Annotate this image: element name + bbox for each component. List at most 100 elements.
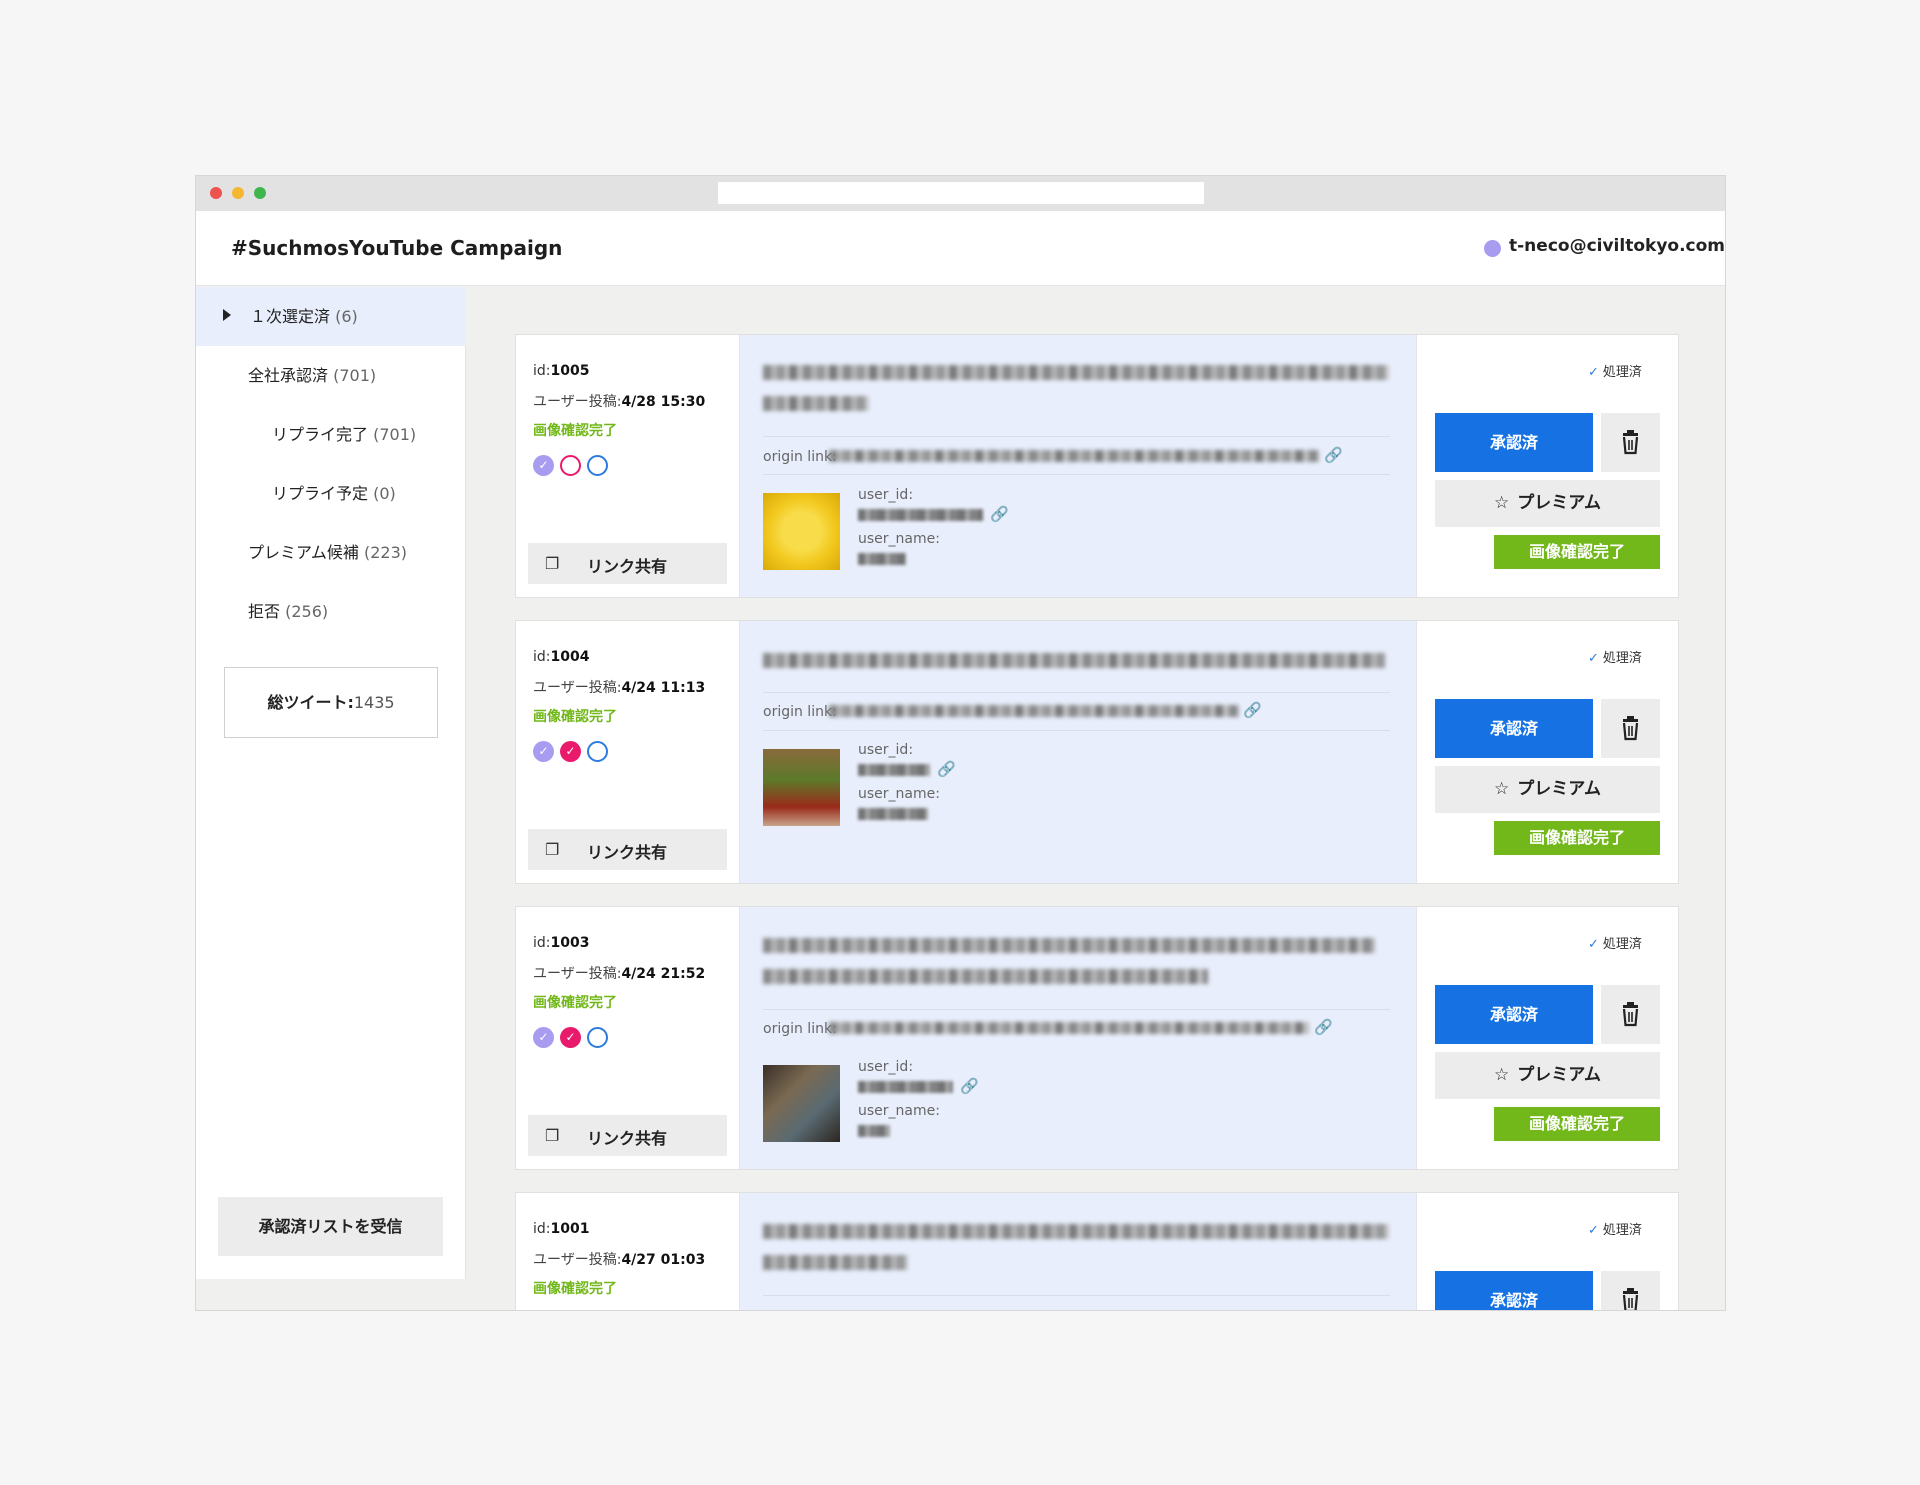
- window-minimize-button[interactable]: [232, 187, 244, 199]
- user-id-label: user_id:: [858, 487, 914, 503]
- user-image-thumbnail[interactable]: [763, 1065, 840, 1142]
- sidebar-item-count: (256): [285, 602, 329, 621]
- premium-button[interactable]: ☆ プレミアム: [1435, 766, 1660, 813]
- share-link-button[interactable]: ❐ リンク共有: [528, 829, 727, 870]
- processed-status: ✓ 処理済: [1588, 651, 1642, 666]
- browser-window: #SuchmosYouTube Campaign t-neco@civiltok…: [195, 175, 1726, 1311]
- receive-approved-list-button[interactable]: 承認済リストを受信: [218, 1197, 443, 1256]
- link-icon[interactable]: 🔗: [1324, 446, 1343, 464]
- address-bar[interactable]: [718, 182, 1204, 204]
- divider: [763, 474, 1390, 475]
- status-circle-pink-checked[interactable]: ✓: [560, 741, 581, 762]
- status-circle-blue-empty[interactable]: [587, 455, 608, 476]
- approved-button[interactable]: 承認済: [1435, 699, 1593, 758]
- link-icon[interactable]: 🔗: [960, 1077, 979, 1095]
- link-icon[interactable]: 🔗: [937, 760, 956, 778]
- divider: [763, 692, 1390, 693]
- processed-status: ✓ 処理済: [1588, 937, 1642, 952]
- sidebar-item-reply-scheduled[interactable]: リプライ予定 (0): [196, 464, 466, 523]
- tweet-text-redacted: [763, 365, 1389, 380]
- sidebar-item-premium-candidates[interactable]: プレミアム候補 (223): [196, 523, 466, 582]
- status-circle-pink-empty[interactable]: [560, 455, 581, 476]
- sidebar-item-count: (223): [363, 543, 408, 562]
- post-id: id:1004: [533, 649, 590, 665]
- trash-icon: [1622, 1288, 1639, 1310]
- star-outline-icon: ☆: [1493, 1065, 1510, 1085]
- post-date: ユーザー投稿:4/27 01:03: [533, 1252, 706, 1268]
- app-header: #SuchmosYouTube Campaign t-neco@civiltok…: [196, 211, 1725, 286]
- divider: [763, 1009, 1390, 1010]
- sidebar: １次選定済 (6) 全社承認済 (701) リプライ完了 (701) リプライ予…: [196, 287, 466, 1279]
- tweet-text-redacted: [763, 969, 1208, 984]
- app-title: #SuchmosYouTube Campaign: [231, 236, 563, 260]
- post-card: id:1001 ユーザー投稿:4/27 01:03 画像確認完了 ✓ 処理済 承認…: [515, 1192, 1679, 1310]
- post-actions: ✓ 処理済 承認済 ☆ プレミアム 画像確認完了: [1417, 621, 1678, 883]
- origin-link-label: origin link:: [763, 704, 837, 720]
- share-link-button[interactable]: ❐ リンク共有: [528, 1115, 727, 1156]
- link-icon[interactable]: 🔗: [990, 505, 1009, 523]
- sidebar-item-company-approved[interactable]: 全社承認済 (701): [196, 346, 466, 405]
- post-meta: id:1003 ユーザー投稿:4/24 21:52 画像確認完了 ✓ ✓ ❐ リ…: [516, 907, 739, 1169]
- user-name-label: user_name:: [858, 1103, 940, 1119]
- user-email[interactable]: t-neco@civiltokyo.com: [1509, 236, 1725, 256]
- post-meta: id:1005 ユーザー投稿:4/28 15:30 画像確認完了 ✓ ❐ リンク…: [516, 335, 739, 597]
- delete-button[interactable]: [1601, 1271, 1660, 1310]
- origin-link-label: origin link:: [763, 449, 837, 465]
- window-close-button[interactable]: [210, 187, 222, 199]
- sidebar-item-rejected[interactable]: 拒否 (256): [196, 582, 466, 641]
- approved-button[interactable]: 承認済: [1435, 1271, 1593, 1310]
- status-circle-purple-checked[interactable]: ✓: [533, 741, 554, 762]
- sidebar-item-first-selection[interactable]: １次選定済 (6): [196, 287, 466, 346]
- browser-titlebar: [196, 176, 1725, 211]
- image-confirm-button[interactable]: 画像確認完了: [1494, 821, 1660, 855]
- tweet-text-redacted: [763, 1224, 1389, 1239]
- user-name-label: user_name:: [858, 786, 940, 802]
- post-content: origin link: 🔗 user_id: 🔗 user_name:: [739, 335, 1417, 597]
- delete-button[interactable]: [1601, 699, 1660, 758]
- share-link-label: リンク共有: [587, 843, 668, 862]
- premium-button[interactable]: ☆ プレミアム: [1435, 480, 1660, 527]
- copy-icon: ❐: [545, 554, 560, 573]
- window-maximize-button[interactable]: [254, 187, 266, 199]
- user-name-redacted: [858, 1125, 890, 1137]
- check-icon: ✓: [1588, 651, 1599, 666]
- status-circle-pink-checked[interactable]: ✓: [560, 1027, 581, 1048]
- sidebar-item-label: 拒否: [248, 602, 281, 621]
- origin-link-redacted[interactable]: [829, 450, 1319, 462]
- tweet-text-redacted: [763, 396, 869, 411]
- post-card: id:1004 ユーザー投稿:4/24 11:13 画像確認完了 ✓ ✓ ❐ リ…: [515, 620, 1679, 884]
- copy-icon: ❐: [545, 1126, 560, 1145]
- link-icon[interactable]: 🔗: [1314, 1018, 1333, 1036]
- divider: [763, 436, 1390, 437]
- post-actions: ✓ 処理済 承認済 ☆ プレミアム 画像確認完了: [1417, 335, 1678, 597]
- image-confirmed-label: 画像確認完了: [533, 1281, 617, 1297]
- image-confirm-button[interactable]: 画像確認完了: [1494, 535, 1660, 569]
- image-confirm-button[interactable]: 画像確認完了: [1494, 1107, 1660, 1141]
- delete-button[interactable]: [1601, 985, 1660, 1044]
- status-circle-purple-checked[interactable]: ✓: [533, 455, 554, 476]
- post-actions: ✓ 処理済 承認済: [1417, 1193, 1678, 1310]
- sidebar-item-label: プレミアム候補: [248, 543, 359, 562]
- user-id-label: user_id:: [858, 742, 914, 758]
- approved-button[interactable]: 承認済: [1435, 985, 1593, 1044]
- link-icon[interactable]: 🔗: [1243, 701, 1262, 719]
- user-image-thumbnail[interactable]: [763, 749, 840, 826]
- origin-link-redacted[interactable]: [829, 1022, 1309, 1034]
- user-image-thumbnail[interactable]: [763, 493, 840, 570]
- status-circle-blue-empty[interactable]: [587, 741, 608, 762]
- share-link-button[interactable]: ❐ リンク共有: [528, 543, 727, 584]
- post-actions: ✓ 処理済 承認済 ☆ プレミアム 画像確認完了: [1417, 907, 1678, 1169]
- share-link-label: リンク共有: [587, 557, 668, 576]
- origin-link-redacted[interactable]: [829, 705, 1239, 717]
- post-date: ユーザー投稿:4/24 11:13: [533, 680, 706, 696]
- user-avatar[interactable]: [1484, 240, 1501, 257]
- check-icon: ✓: [1588, 365, 1599, 380]
- delete-button[interactable]: [1601, 413, 1660, 472]
- status-circle-blue-empty[interactable]: [587, 1027, 608, 1048]
- sidebar-item-reply-done[interactable]: リプライ完了 (701): [196, 405, 466, 464]
- total-tweets-box: 総ツイート:1435: [224, 667, 438, 738]
- approved-button[interactable]: 承認済: [1435, 413, 1593, 472]
- user-id-redacted: [858, 1081, 953, 1093]
- status-circle-purple-checked[interactable]: ✓: [533, 1027, 554, 1048]
- premium-button[interactable]: ☆ プレミアム: [1435, 1052, 1660, 1099]
